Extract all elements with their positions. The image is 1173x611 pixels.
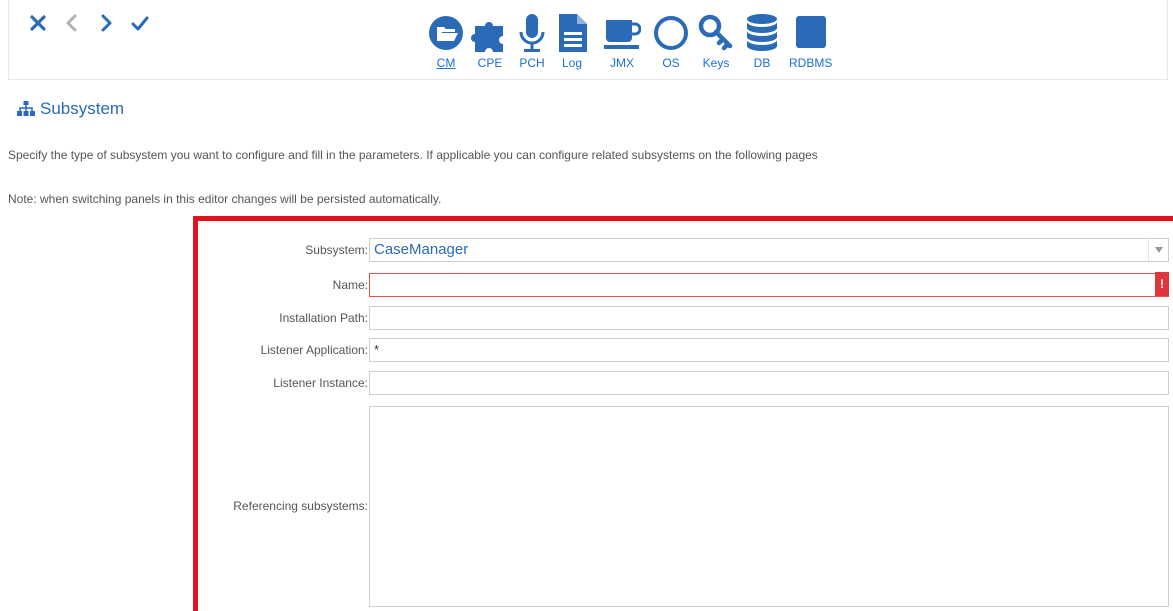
- tab-log[interactable]: Log: [553, 12, 591, 70]
- tab-os-label: OS: [662, 56, 680, 70]
- name-input[interactable]: [369, 273, 1169, 297]
- autosave-note: Note: when switching panels in this edit…: [8, 192, 442, 206]
- installation-path-row: Installation Path:: [198, 306, 1173, 330]
- toolbar: CM CPE PCH Log JMX OS Keys DB RDBMS: [8, 0, 1168, 80]
- name-label: Name:: [332, 278, 368, 292]
- tab-pch-label: PCH: [519, 56, 545, 70]
- document-icon: [559, 14, 587, 52]
- listener-instance-label: Listener Instance:: [273, 376, 368, 390]
- tab-pch[interactable]: PCH: [513, 12, 551, 70]
- installation-path-label: Installation Path:: [279, 311, 368, 325]
- listener-instance-row: Listener Instance:: [198, 371, 1173, 395]
- listener-application-input[interactable]: *: [369, 338, 1169, 362]
- subsystem-select[interactable]: CaseManager: [369, 238, 1169, 262]
- tab-db[interactable]: DB: [743, 12, 781, 70]
- subsystem-label: Subsystem:: [305, 243, 368, 257]
- tab-jmx-label: JMX: [610, 56, 634, 70]
- tab-jmx[interactable]: JMX: [603, 12, 641, 70]
- tab-rdbms-label: RDBMS: [789, 56, 833, 70]
- folder-open-icon: [429, 16, 463, 50]
- tab-keys-label: Keys: [702, 56, 730, 70]
- checkmark-icon: [131, 16, 149, 31]
- tab-db-label: DB: [753, 56, 771, 70]
- listener-instance-input[interactable]: [369, 371, 1169, 395]
- back-button[interactable]: [61, 12, 83, 34]
- chevron-left-icon: [66, 14, 77, 32]
- subsystem-row: Subsystem: CaseManager: [198, 238, 1173, 262]
- subsystem-selected-value: CaseManager: [374, 241, 469, 258]
- tab-cpe-label: CPE: [477, 56, 503, 70]
- database-icon: [747, 14, 777, 51]
- page-title: Subsystem: [40, 99, 125, 118]
- referencing-subsystems-list[interactable]: [369, 406, 1169, 607]
- tab-log-label: Log: [561, 56, 583, 70]
- dropdown-toggle[interactable]: [1148, 239, 1168, 261]
- close-button[interactable]: [27, 12, 49, 34]
- listener-application-label: Listener Application:: [260, 343, 368, 357]
- sitemap-icon: [17, 101, 35, 116]
- circle-outline-icon: [654, 16, 688, 50]
- tab-cm[interactable]: CM: [427, 12, 465, 70]
- page-description: Specify the type of subsystem you want t…: [8, 148, 818, 162]
- error-icon: !: [1155, 272, 1169, 296]
- tab-keys[interactable]: Keys: [697, 12, 735, 70]
- square-icon: [795, 16, 826, 48]
- installation-path-input[interactable]: [369, 306, 1169, 330]
- name-row: Name: !: [198, 272, 1173, 297]
- close-icon: [30, 15, 46, 31]
- tab-cm-label: CM: [436, 56, 456, 70]
- tab-cpe[interactable]: CPE: [471, 12, 509, 70]
- microphone-icon: [519, 14, 545, 52]
- referencing-subsystems-label: Referencing subsystems:: [233, 499, 368, 513]
- forward-button[interactable]: [95, 12, 117, 34]
- confirm-button[interactable]: [129, 12, 151, 34]
- key-icon: [698, 14, 733, 51]
- tab-os[interactable]: OS: [652, 12, 690, 70]
- coffee-cup-icon: [604, 20, 641, 49]
- page-heading: Subsystem: [17, 99, 124, 119]
- puzzle-icon: [471, 22, 503, 52]
- caret-down-icon: [1154, 247, 1163, 253]
- tab-rdbms[interactable]: RDBMS: [789, 12, 832, 70]
- chevron-right-icon: [101, 14, 112, 32]
- listener-application-row: Listener Application: *: [198, 338, 1173, 362]
